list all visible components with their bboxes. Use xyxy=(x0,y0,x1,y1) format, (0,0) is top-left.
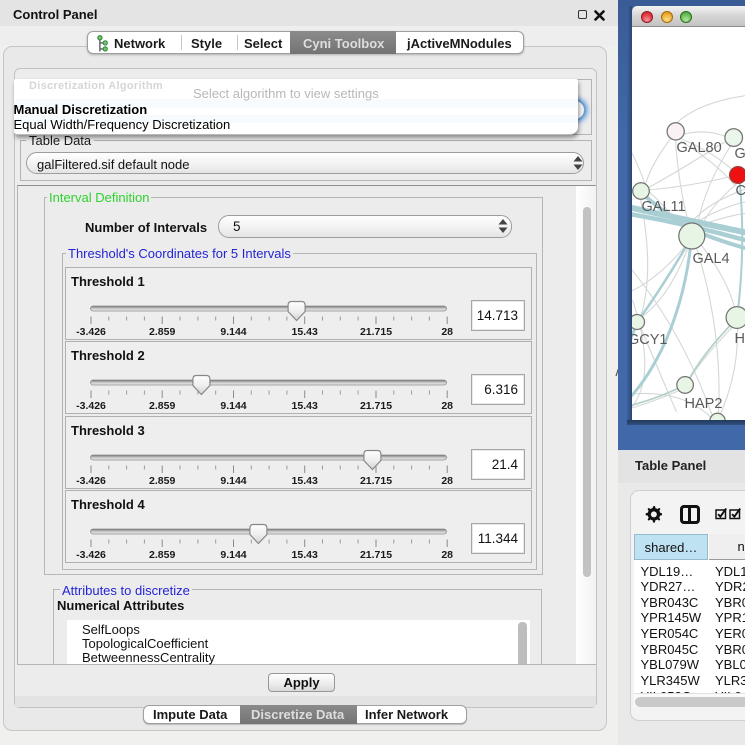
svg-text:C: C xyxy=(735,183,745,199)
svg-text:GAL4: GAL4 xyxy=(692,251,729,267)
svg-text:GAL80: GAL80 xyxy=(676,140,721,156)
svg-text:GCY1: GCY1 xyxy=(632,332,668,348)
svg-text:H: H xyxy=(734,331,744,347)
svg-text:GAL11: GAL11 xyxy=(641,199,685,215)
svg-text:G.: G. xyxy=(734,146,745,162)
svg-text:HAP2: HAP2 xyxy=(684,396,722,412)
